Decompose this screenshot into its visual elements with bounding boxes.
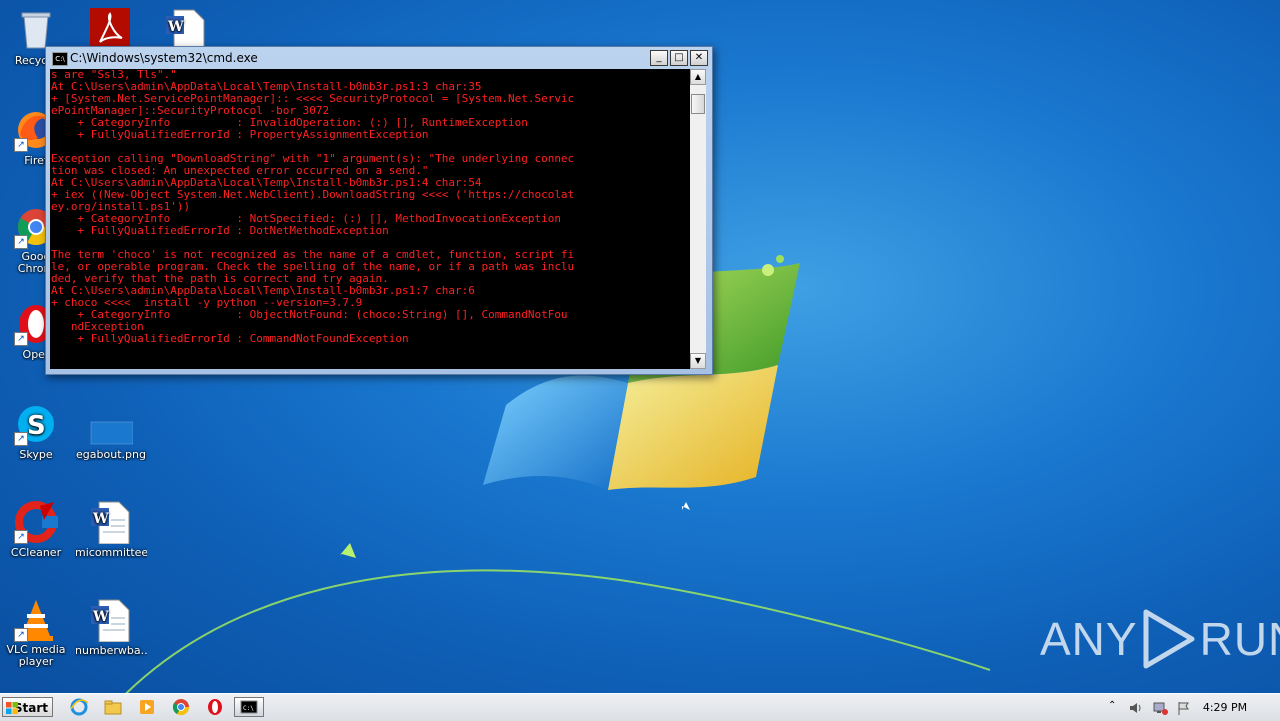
shortcut-arrow-icon: ↗: [14, 530, 28, 544]
media-player-icon: [140, 700, 154, 714]
taskbar-media-player-button[interactable]: [136, 697, 158, 717]
volume-icon[interactable]: [1128, 700, 1144, 716]
svg-text:W: W: [167, 19, 184, 35]
desktop-icon-ccleaner[interactable]: ↗ CCleaner: [0, 500, 72, 559]
minimize-button[interactable]: _: [650, 50, 668, 66]
chrome-icon: [172, 699, 190, 716]
console-text: s are "Ssl3, Tls"." At C:\Users\admin\Ap…: [51, 69, 575, 345]
cmd-window-title: C:\Windows\system32\cmd.exe: [70, 51, 258, 65]
svg-text:W: W: [92, 511, 109, 527]
svg-text:W: W: [92, 609, 109, 625]
shortcut-arrow-icon: ↗: [14, 235, 28, 249]
taskbar-cmd-button[interactable]: C:\: [234, 697, 264, 717]
wallpaper-swoosh: [109, 543, 991, 711]
windows-flag-icon: [6, 702, 18, 714]
taskbar-explorer-button[interactable]: [102, 697, 124, 717]
play-triangle-icon: [1143, 609, 1195, 669]
close-button[interactable]: ✕: [690, 50, 708, 66]
shortcut-arrow-icon: ↗: [14, 332, 28, 346]
skype-icon: S ↗: [14, 402, 58, 446]
svg-text:S: S: [27, 411, 46, 441]
taskbar-clock[interactable]: 4:29 PM: [1200, 694, 1250, 721]
desktop-icon-micommittee[interactable]: W micommittee...: [75, 500, 147, 559]
start-button[interactable]: Start: [2, 697, 53, 717]
image-file-icon: [89, 402, 134, 446]
scroll-up-arrow-icon[interactable]: ▲: [690, 69, 706, 85]
cmd-icon: C:\: [240, 700, 258, 714]
word-document-icon: W: [89, 500, 133, 545]
cmd-window[interactable]: C:\ C:\Windows\system32\cmd.exe _ □ ✕ s …: [45, 46, 713, 375]
taskbar-chrome-button[interactable]: [170, 697, 192, 717]
word-document-icon: W: [89, 598, 133, 643]
vlc-cone-icon: ↗: [14, 598, 58, 642]
taskbar-opera-button[interactable]: [204, 697, 226, 717]
svg-text:C:\: C:\: [243, 705, 254, 712]
desktop-icon-numberwba[interactable]: W numberwba...: [75, 598, 147, 657]
shortcut-arrow-icon: ↗: [14, 138, 28, 152]
desktop-icon-vlc[interactable]: ↗ VLC media player: [0, 598, 72, 668]
cmd-app-icon: C:\: [52, 52, 68, 66]
taskbar-ie-button[interactable]: [68, 697, 90, 717]
shortcut-arrow-icon: ↗: [14, 432, 28, 446]
cmd-titlebar[interactable]: C:\ C:\Windows\system32\cmd.exe _ □ ✕: [50, 49, 708, 69]
maximize-button[interactable]: □: [670, 50, 688, 66]
show-hidden-icons-icon[interactable]: ⌃: [1108, 700, 1116, 711]
folder-icon: [104, 700, 122, 715]
action-center-flag-icon[interactable]: [1176, 700, 1192, 716]
desktop-icon-egabout[interactable]: egabout.png: [75, 402, 147, 461]
scroll-down-arrow-icon[interactable]: ▼: [690, 353, 706, 369]
taskbar: Start C:\ ⌃ 4:29 PM: [0, 693, 1280, 721]
scrollbar-thumb[interactable]: [691, 94, 705, 114]
anyrun-watermark: ANY RUN: [1040, 608, 1280, 670]
internet-explorer-icon: [70, 698, 89, 716]
console-output-area[interactable]: s are "Ssl3, Tls"." At C:\Users\admin\Ap…: [50, 69, 690, 369]
window-controls: _ □ ✕: [648, 50, 708, 66]
vertical-scrollbar[interactable]: ▲ ▼: [690, 69, 706, 369]
ccleaner-icon: ↗: [14, 500, 58, 544]
shortcut-arrow-icon: ↗: [14, 628, 28, 642]
network-icon[interactable]: [1152, 700, 1168, 716]
desktop-icon-skype[interactable]: S ↗ Skype: [0, 402, 72, 461]
opera-icon: [208, 699, 222, 715]
